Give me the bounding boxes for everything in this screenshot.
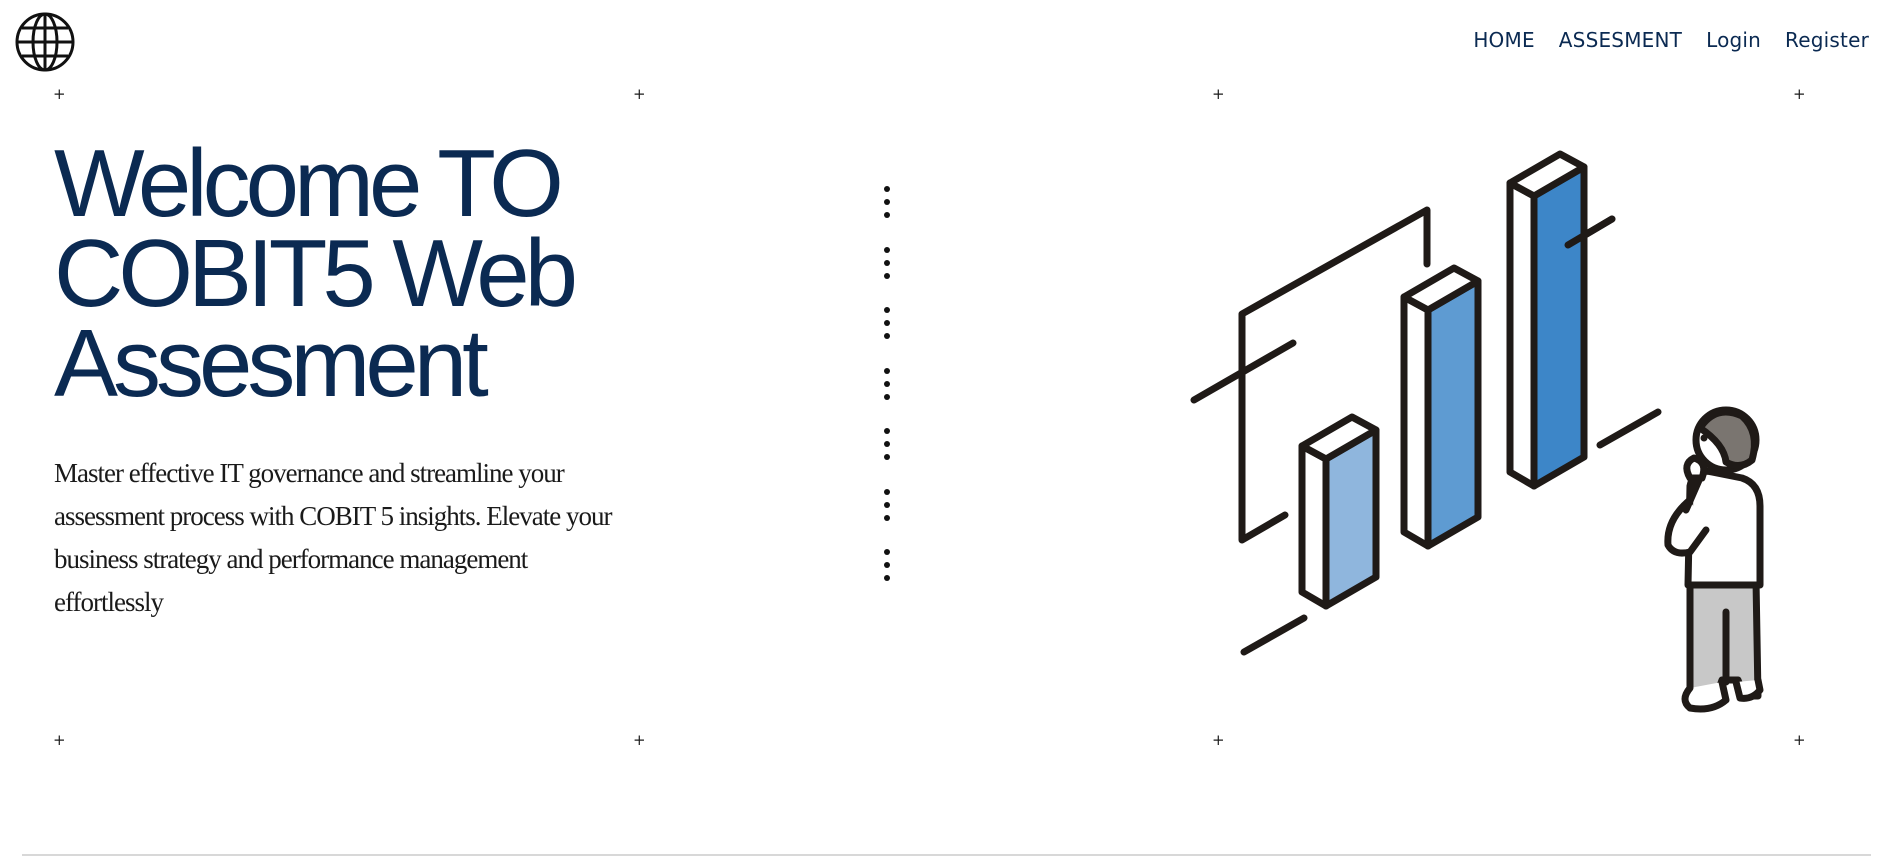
vertical-dots-icon <box>880 488 894 521</box>
globe-icon[interactable] <box>14 11 76 73</box>
vertical-dots-icon <box>880 367 894 400</box>
bar-chart-person-illustration <box>1190 150 1764 713</box>
plus-mark: + <box>53 85 66 103</box>
plus-mark: + <box>633 85 646 103</box>
plus-mark: + <box>1212 731 1225 749</box>
plus-mark: + <box>53 731 66 749</box>
hero-description: Master effective IT governance and strea… <box>54 458 612 617</box>
hero-title-line: Welcome TO <box>54 130 564 237</box>
nav-login-link[interactable]: Login <box>1706 28 1761 52</box>
page: HOME ASSESMENT Login Register + + + + + … <box>0 0 1893 856</box>
vertical-dots-icon <box>880 186 894 218</box>
hero-title-line: Assesment <box>54 310 489 417</box>
plus-mark: + <box>1793 85 1806 103</box>
plus-mark: + <box>633 731 646 749</box>
nav-assesment-link[interactable]: ASSESMENT <box>1559 28 1682 52</box>
vertical-dots-column <box>880 186 894 610</box>
hero-title-line: COBIT5 Web <box>54 220 578 327</box>
vertical-dots-icon <box>880 549 894 581</box>
nav-register-link[interactable]: Register <box>1785 28 1869 52</box>
vertical-dots-icon <box>880 246 894 279</box>
plus-mark: + <box>1212 85 1225 103</box>
main-nav: HOME ASSESMENT Login Register <box>1449 28 1869 52</box>
vertical-dots-icon <box>880 428 894 460</box>
plus-mark: + <box>1793 731 1806 749</box>
vertical-dots-icon <box>880 307 894 339</box>
nav-home-link[interactable]: HOME <box>1473 28 1534 52</box>
hero-title: Welcome TO COBIT5 Web Assesment <box>54 130 674 417</box>
